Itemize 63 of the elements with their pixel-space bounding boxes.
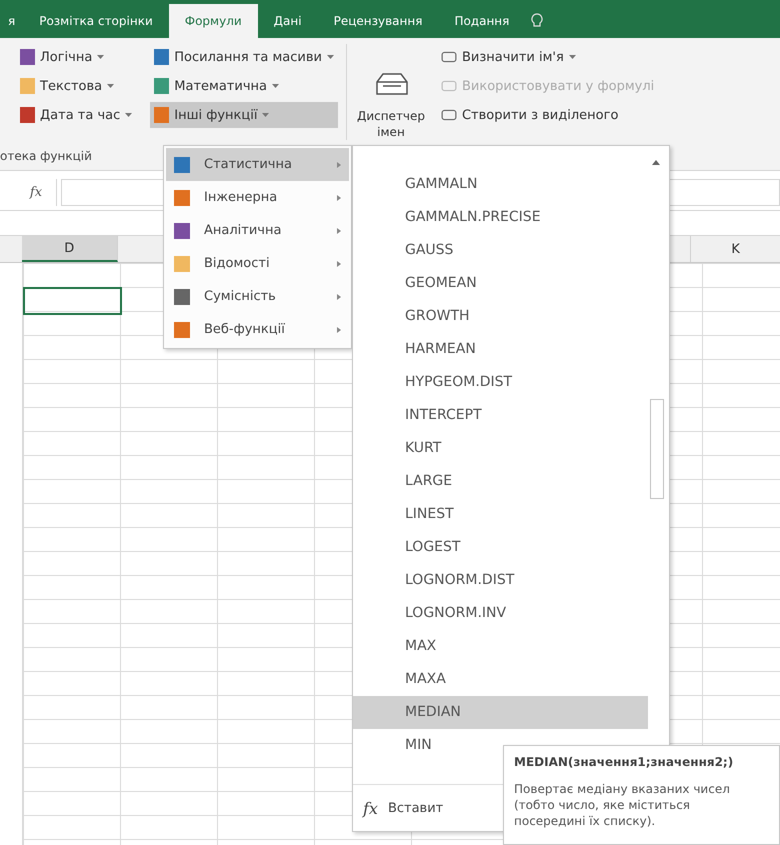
tooltip-title: MEDIAN(значення1;значення2;) bbox=[514, 755, 734, 769]
caret-icon bbox=[107, 84, 114, 88]
function-item[interactable]: GROWTH bbox=[353, 300, 648, 333]
ribbon-tab[interactable]: Формули bbox=[168, 4, 258, 38]
menu-item[interactable]: Аналітична bbox=[166, 214, 349, 247]
function-item[interactable]: INTERCEPT bbox=[353, 399, 648, 432]
name-manager-button[interactable]: Диспетчер імен bbox=[352, 44, 429, 146]
caret-icon bbox=[568, 55, 576, 59]
function-item[interactable]: LARGE bbox=[353, 465, 648, 498]
function-item[interactable]: GAUSS bbox=[353, 234, 648, 267]
column-header[interactable]: D bbox=[22, 236, 118, 262]
ribbon-tab[interactable]: Подання bbox=[438, 4, 526, 38]
submenu-arrow-icon bbox=[337, 228, 341, 234]
caret-icon bbox=[97, 55, 104, 59]
function-item[interactable]: GAMMALN bbox=[353, 168, 648, 201]
function-item[interactable]: KURT bbox=[353, 432, 648, 465]
submenu-arrow-icon bbox=[337, 194, 341, 200]
name-command-button[interactable]: Визначити ім'я bbox=[436, 44, 658, 70]
label-icon bbox=[440, 108, 457, 122]
ribbon-tab[interactable]: Розмітка сторінки bbox=[23, 4, 169, 38]
submenu-arrow-icon bbox=[337, 294, 341, 300]
function-item[interactable]: MEDIAN bbox=[353, 696, 648, 729]
function-item[interactable]: MAXA bbox=[353, 663, 648, 696]
lightbulb-icon bbox=[531, 13, 544, 29]
function-category-button[interactable]: Логічна bbox=[16, 44, 136, 70]
function-item[interactable]: MAX bbox=[353, 630, 648, 663]
label-icon bbox=[440, 79, 457, 93]
function-item[interactable]: LOGNORM.DIST bbox=[353, 564, 648, 597]
ribbon-tab[interactable]: Рецензування bbox=[318, 4, 438, 38]
label-icon bbox=[440, 50, 457, 64]
insert-function-button[interactable]: fx bbox=[16, 179, 57, 206]
menu-item[interactable]: Сумісність bbox=[166, 280, 349, 313]
function-category-button[interactable]: Посилання та масиви bbox=[150, 44, 338, 70]
caret-icon bbox=[125, 113, 132, 117]
function-item[interactable]: LOGNORM.INV bbox=[353, 597, 648, 630]
function-category-button[interactable]: Математична bbox=[150, 73, 338, 99]
caret-icon bbox=[272, 84, 279, 88]
caret-icon bbox=[326, 55, 334, 59]
function-item[interactable]: GAMMALN.PRECISE bbox=[353, 201, 648, 234]
scroll-up-icon bbox=[652, 160, 660, 165]
scroll-thumb[interactable] bbox=[650, 399, 664, 499]
function-item[interactable]: HYPGEOM.DIST bbox=[353, 366, 648, 399]
column-header[interactable]: K bbox=[691, 236, 780, 262]
caret-icon bbox=[262, 113, 270, 117]
submenu-arrow-icon bbox=[337, 260, 341, 266]
function-item[interactable]: LOGEST bbox=[353, 531, 648, 564]
active-cell[interactable] bbox=[23, 287, 122, 315]
function-category-button[interactable]: Текстова bbox=[16, 73, 136, 99]
menu-item[interactable]: Інженерна bbox=[166, 181, 349, 214]
function-item[interactable]: LINEST bbox=[353, 498, 648, 531]
submenu-arrow-icon bbox=[337, 326, 341, 332]
function-item[interactable]: GEOMEAN bbox=[353, 267, 648, 300]
menu-item[interactable]: Веб-функції bbox=[166, 313, 349, 346]
ribbon-tab[interactable]: я bbox=[0, 4, 24, 38]
function-item[interactable]: HARMEAN bbox=[353, 333, 648, 366]
tooltip-text: Повертає медіану вказаних чисел (тобто число, яке міститься посередині їх списку). bbox=[514, 781, 731, 829]
function-category-button[interactable]: Інші функції bbox=[150, 102, 338, 128]
function-category-button[interactable]: Дата та час bbox=[16, 102, 136, 128]
name-command-button[interactable]: Створити з виділеного bbox=[436, 102, 658, 128]
ribbon-tab[interactable]: Дані bbox=[258, 4, 318, 38]
menu-item[interactable]: Відомості bbox=[166, 247, 349, 280]
submenu-arrow-icon bbox=[337, 162, 341, 168]
menu-item[interactable]: Статистична bbox=[166, 148, 349, 181]
